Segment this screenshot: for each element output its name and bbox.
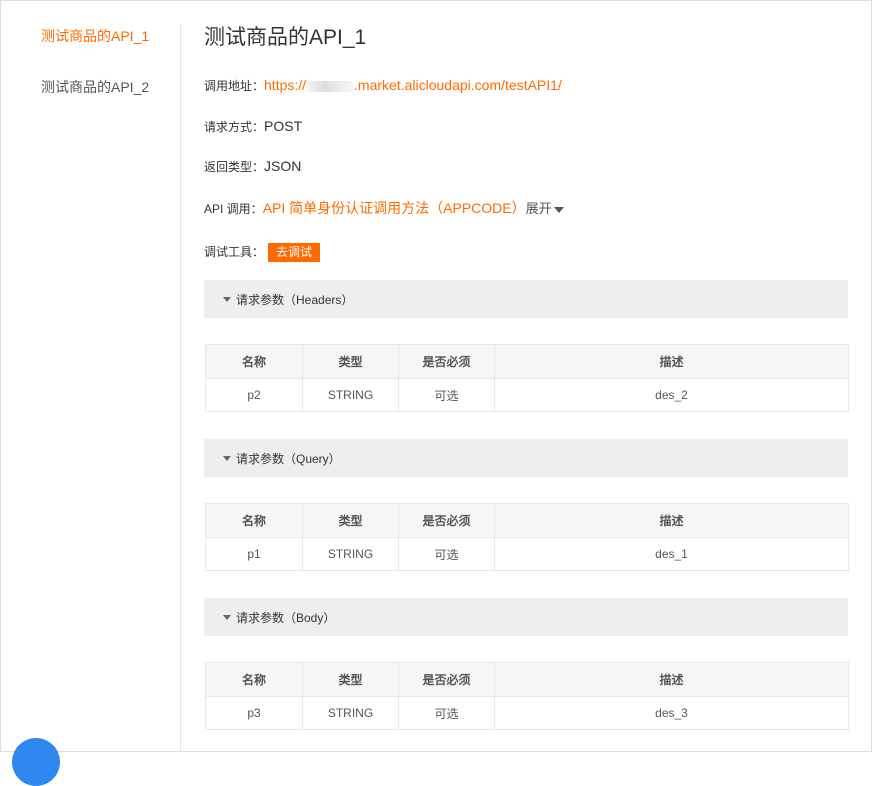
api-call-label: API 调用： <box>204 202 263 216</box>
page-title: 测试商品的API_1 <box>204 26 367 49</box>
collapse-triangle-icon <box>223 297 231 302</box>
column-header-desc: 描述 <box>494 344 849 379</box>
method-row: 请求方式：POST <box>204 118 302 135</box>
cell-required: 可选 <box>398 537 495 571</box>
column-header-name: 名称 <box>205 344 303 379</box>
table-header-row: 名称 类型 是否必须 描述 <box>205 662 849 697</box>
api-url-link[interactable]: https:// .market.alicloudapi.com/testAPI1… <box>264 77 562 93</box>
cell-desc: des_1 <box>494 537 849 571</box>
url-suffix: .market.alicloudapi.com/testAPI1/ <box>354 77 562 93</box>
column-header-name: 名称 <box>205 503 303 538</box>
params-table-body: 名称 类型 是否必须 描述 p3 STRING 可选 des_3 <box>205 662 849 730</box>
section-title: 请求参数（Body） <box>236 611 336 625</box>
column-header-required: 是否必须 <box>398 344 495 379</box>
column-header-type: 类型 <box>302 662 399 697</box>
url-prefix: https:// <box>264 77 307 93</box>
section-header-query[interactable]: 请求参数（Query） <box>204 439 848 477</box>
method-label: 请求方式： <box>204 120 265 134</box>
cell-name: p1 <box>205 537 303 571</box>
url-label: 调用地址： <box>204 79 265 93</box>
column-header-required: 是否必须 <box>398 662 495 697</box>
return-type-value: JSON <box>264 158 302 174</box>
cell-name: p3 <box>205 696 303 730</box>
column-header-desc: 描述 <box>494 662 849 697</box>
expand-toggle[interactable]: 展开 <box>526 201 564 216</box>
table-row: p1 STRING 可选 des_1 <box>205 537 849 571</box>
debug-tool-row: 调试工具： 去调试 <box>204 243 321 263</box>
cell-name: p2 <box>205 378 303 412</box>
caret-down-icon <box>553 206 564 213</box>
column-header-required: 是否必须 <box>398 503 495 538</box>
return-type-row: 返回类型：JSON <box>204 158 301 175</box>
collapse-triangle-icon <box>223 456 231 461</box>
column-header-type: 类型 <box>302 344 399 379</box>
debug-button[interactable]: 去调试 <box>268 243 321 263</box>
table-header-row: 名称 类型 是否必须 描述 <box>205 344 849 379</box>
column-header-type: 类型 <box>302 503 399 538</box>
api-call-link[interactable]: API 简单身份认证调用方法（APPCODE） <box>263 200 526 216</box>
collapse-triangle-icon <box>223 615 231 620</box>
sidebar: 测试商品的API_1 测试商品的API_2 <box>0 0 180 752</box>
sidebar-divider <box>180 24 181 752</box>
redacted-host <box>307 80 354 92</box>
params-table-headers: 名称 类型 是否必须 描述 p2 STRING 可选 des_2 <box>205 344 849 412</box>
cell-desc: des_3 <box>494 696 849 730</box>
column-header-desc: 描述 <box>494 503 849 538</box>
cell-type: STRING <box>302 537 399 571</box>
table-row: p2 STRING 可选 des_2 <box>205 378 849 412</box>
table-header-row: 名称 类型 是否必须 描述 <box>205 503 849 538</box>
sidebar-item-api-2[interactable]: 测试商品的API_2 <box>41 77 149 97</box>
table-row: p3 STRING 可选 des_3 <box>205 696 849 730</box>
url-row: 调用地址：https:// .market.alicloudapi.com/tes… <box>204 77 562 94</box>
method-value: POST <box>264 118 303 134</box>
section-header-body[interactable]: 请求参数（Body） <box>204 598 848 636</box>
cell-desc: des_2 <box>494 378 849 412</box>
return-type-label: 返回类型： <box>204 160 265 174</box>
params-table-query: 名称 类型 是否必须 描述 p1 STRING 可选 des_1 <box>205 503 849 571</box>
section-title: 请求参数（Headers） <box>236 293 354 307</box>
sidebar-item-api-1[interactable]: 测试商品的API_1 <box>41 26 149 46</box>
cell-required: 可选 <box>398 696 495 730</box>
expand-label: 展开 <box>525 201 552 216</box>
column-header-name: 名称 <box>205 662 303 697</box>
section-header-headers[interactable]: 请求参数（Headers） <box>204 280 848 318</box>
api-call-row: API 调用：API 简单身份认证调用方法（APPCODE）展开 <box>204 198 564 218</box>
cell-type: STRING <box>302 378 399 412</box>
cell-type: STRING <box>302 696 399 730</box>
cell-required: 可选 <box>398 378 495 412</box>
debug-tool-label: 调试工具： <box>204 245 265 259</box>
floating-action-button[interactable] <box>12 738 60 786</box>
section-title: 请求参数（Query） <box>236 452 341 466</box>
